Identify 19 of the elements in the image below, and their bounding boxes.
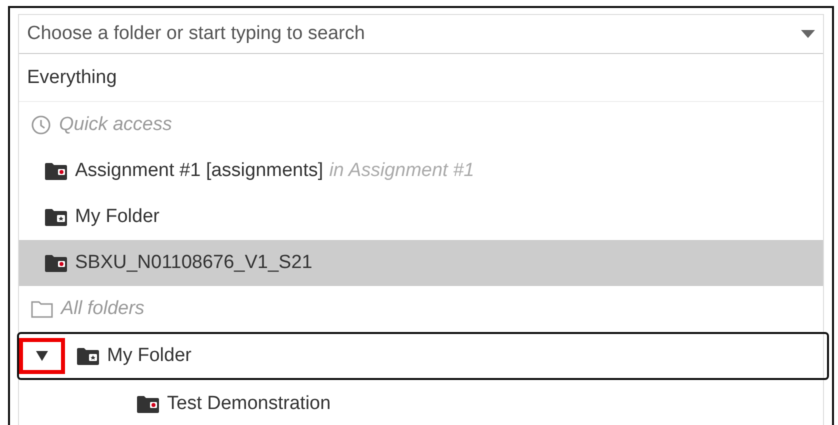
search-field[interactable]: Choose a folder or start typing to search bbox=[27, 23, 801, 45]
folder-icon bbox=[45, 254, 67, 272]
list-item[interactable]: Everything bbox=[19, 54, 823, 102]
folder-star-icon bbox=[45, 208, 67, 226]
folder-outline-icon bbox=[31, 300, 53, 318]
section-header: Quick access bbox=[59, 114, 172, 136]
folder-item[interactable]: Assignment #1 [assignments] in Assignment #1 bbox=[19, 148, 823, 194]
tree-item[interactable]: Test Demonstration bbox=[17, 380, 829, 425]
section-header: All folders bbox=[61, 298, 144, 320]
caret-icon bbox=[36, 351, 48, 361]
caret-icon bbox=[801, 30, 815, 38]
folder-icon bbox=[45, 162, 67, 180]
folder-item[interactable]: SBXU_N01108676_V1_S21 bbox=[19, 240, 823, 286]
folder-icon bbox=[137, 396, 159, 412]
folder-item[interactable]: My Folder bbox=[19, 194, 823, 240]
tree-item[interactable]: My Folder bbox=[17, 332, 829, 380]
folder-star-icon bbox=[77, 348, 99, 364]
clock-icon bbox=[31, 115, 51, 135]
expand-toggle[interactable] bbox=[19, 338, 65, 374]
